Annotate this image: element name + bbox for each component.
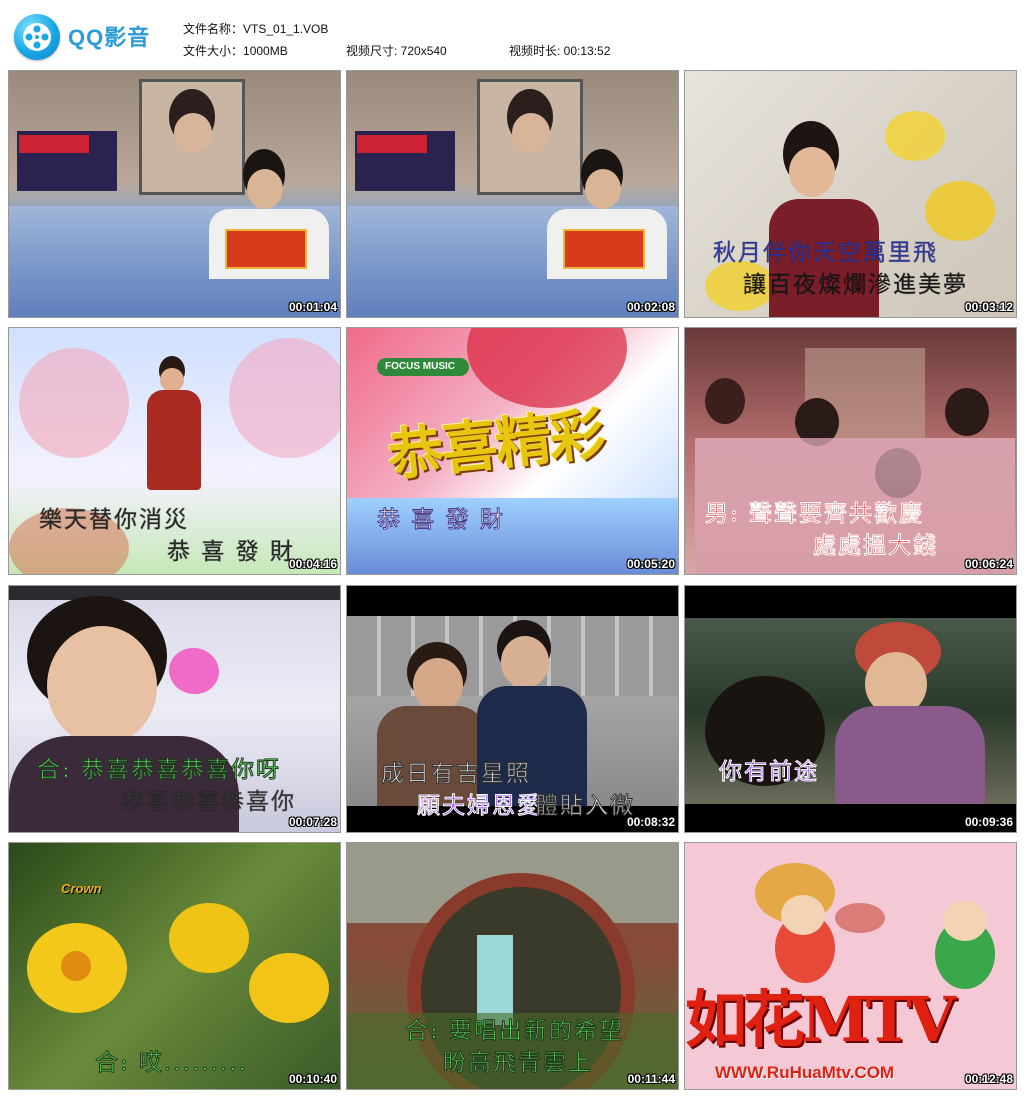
lyric-line-2: 恭喜恭喜恭喜你: [121, 789, 296, 816]
timestamp: 00:04:16: [288, 557, 337, 571]
timestamp: 00:07:28: [288, 815, 337, 829]
lyric-line-1: 合: 哎.........: [95, 1050, 248, 1077]
timestamp: 00:01:04: [288, 300, 337, 314]
timestamp: 00:10:40: [288, 1072, 337, 1086]
thumbnail-11[interactable]: 合: 要唱出新的希望 盼高飛青雲上 00:11:44: [347, 843, 678, 1089]
lyric-line-1: 樂天替你消災: [39, 507, 189, 534]
thumbnail-5[interactable]: FOCUS MUSIC 恭喜精彩 恭 喜 發 財 00:05:20: [347, 328, 678, 574]
crown-logo: Crown: [61, 881, 102, 896]
thumbnail-6[interactable]: 男: 聲聲要齊共歡慶 處處搵大錢 00:06:24: [685, 328, 1016, 574]
info-header: QQ影音 文件名称：VTS_01_1.VOB 文件大小：1000MB 视频尺寸:…: [0, 0, 1024, 64]
dims-value: 720x540: [400, 44, 447, 58]
timestamp: 00:11:44: [627, 1072, 675, 1086]
film-reel-icon: [14, 14, 60, 60]
thumbnail-4[interactable]: 樂天替你消災 恭 喜 發 財 00:04:16: [9, 328, 340, 574]
size-row: 文件大小：1000MB: [183, 42, 288, 59]
lyric-line-1: 恭 喜 發 財: [377, 507, 505, 534]
timestamp: 00:12:48: [964, 1072, 1013, 1086]
timestamp: 00:03:12: [964, 300, 1013, 314]
lyric-line-1: 秋月伴你天空萬里飛: [713, 240, 938, 267]
app-logo-text: QQ影音: [68, 25, 151, 50]
thumbnail-2[interactable]: 00:02:08: [347, 71, 678, 317]
focus-music-badge: FOCUS MUSIC: [385, 361, 455, 372]
lyric-line-1: 合: 恭喜恭喜恭喜你呀: [36, 757, 282, 784]
filename-row: 文件名称：VTS_01_1.VOB: [183, 20, 328, 37]
lyric-line-2b: 體貼入微: [535, 793, 635, 820]
thumbnail-10[interactable]: Crown 合: 哎......... 00:10:40: [9, 843, 340, 1089]
lyric-line-2: 處處搵大錢: [813, 533, 938, 560]
timestamp: 00:08:32: [626, 815, 675, 829]
size-label: 文件大小：: [183, 44, 244, 58]
size-value: 1000MB: [243, 44, 288, 58]
dims-row: 视频尺寸: 720x540: [346, 42, 447, 59]
ruhua-mtv-watermark: 如花MTV: [685, 983, 956, 1056]
thumbnail-3[interactable]: 秋月伴你天空萬里飛 讓百夜燦爛滲進美夢 00:03:12: [685, 71, 1016, 317]
timestamp: 00:06:24: [964, 557, 1013, 571]
filename-value: VTS_01_1.VOB: [243, 22, 329, 36]
lyric-line-1: 你有前途: [719, 759, 819, 786]
thumbnail-9[interactable]: 你有前途 00:09:36: [685, 586, 1016, 832]
dims-label: 视频尺寸:: [346, 44, 401, 58]
lyric-line-2: 盼高飛青雲上: [443, 1050, 593, 1077]
lyric-line-1: 成日有吉星照: [381, 761, 531, 788]
thumbnail-12[interactable]: 如花MTV WWW.RuHuaMtv.COM 00:12:48: [685, 843, 1016, 1089]
lyric-line-2a: 願夫婦恩愛: [417, 793, 542, 820]
timestamp: 00:02:08: [626, 300, 675, 314]
lyric-line-2: 恭 喜 發 財: [167, 539, 295, 566]
duration-row: 视频时长: 00:13:52: [509, 42, 610, 59]
filename-label: 文件名称：: [183, 22, 244, 36]
lyric-line-2: 讓百夜燦爛滲進美夢: [743, 272, 968, 299]
timestamp: 00:05:20: [626, 557, 675, 571]
lyric-line-1: 合: 要唱出新的希望: [404, 1018, 625, 1045]
thumbnail-8[interactable]: 成日有吉星照 願夫婦恩愛 體貼入微 00:08:32: [347, 586, 678, 832]
ruhua-url: WWW.RuHuaMtv.COM: [715, 1063, 895, 1082]
duration-value: 00:13:52: [563, 44, 611, 58]
thumbnail-7[interactable]: 合: 恭喜恭喜恭喜你呀 恭喜恭喜恭喜你 00:07:28: [9, 586, 340, 832]
timestamp: 00:09:36: [964, 815, 1013, 829]
thumbnail-1[interactable]: 00:01:04: [9, 71, 340, 317]
lyric-line-1: 男: 聲聲要齊共歡慶: [704, 501, 925, 528]
duration-label: 视频时长:: [509, 44, 564, 58]
